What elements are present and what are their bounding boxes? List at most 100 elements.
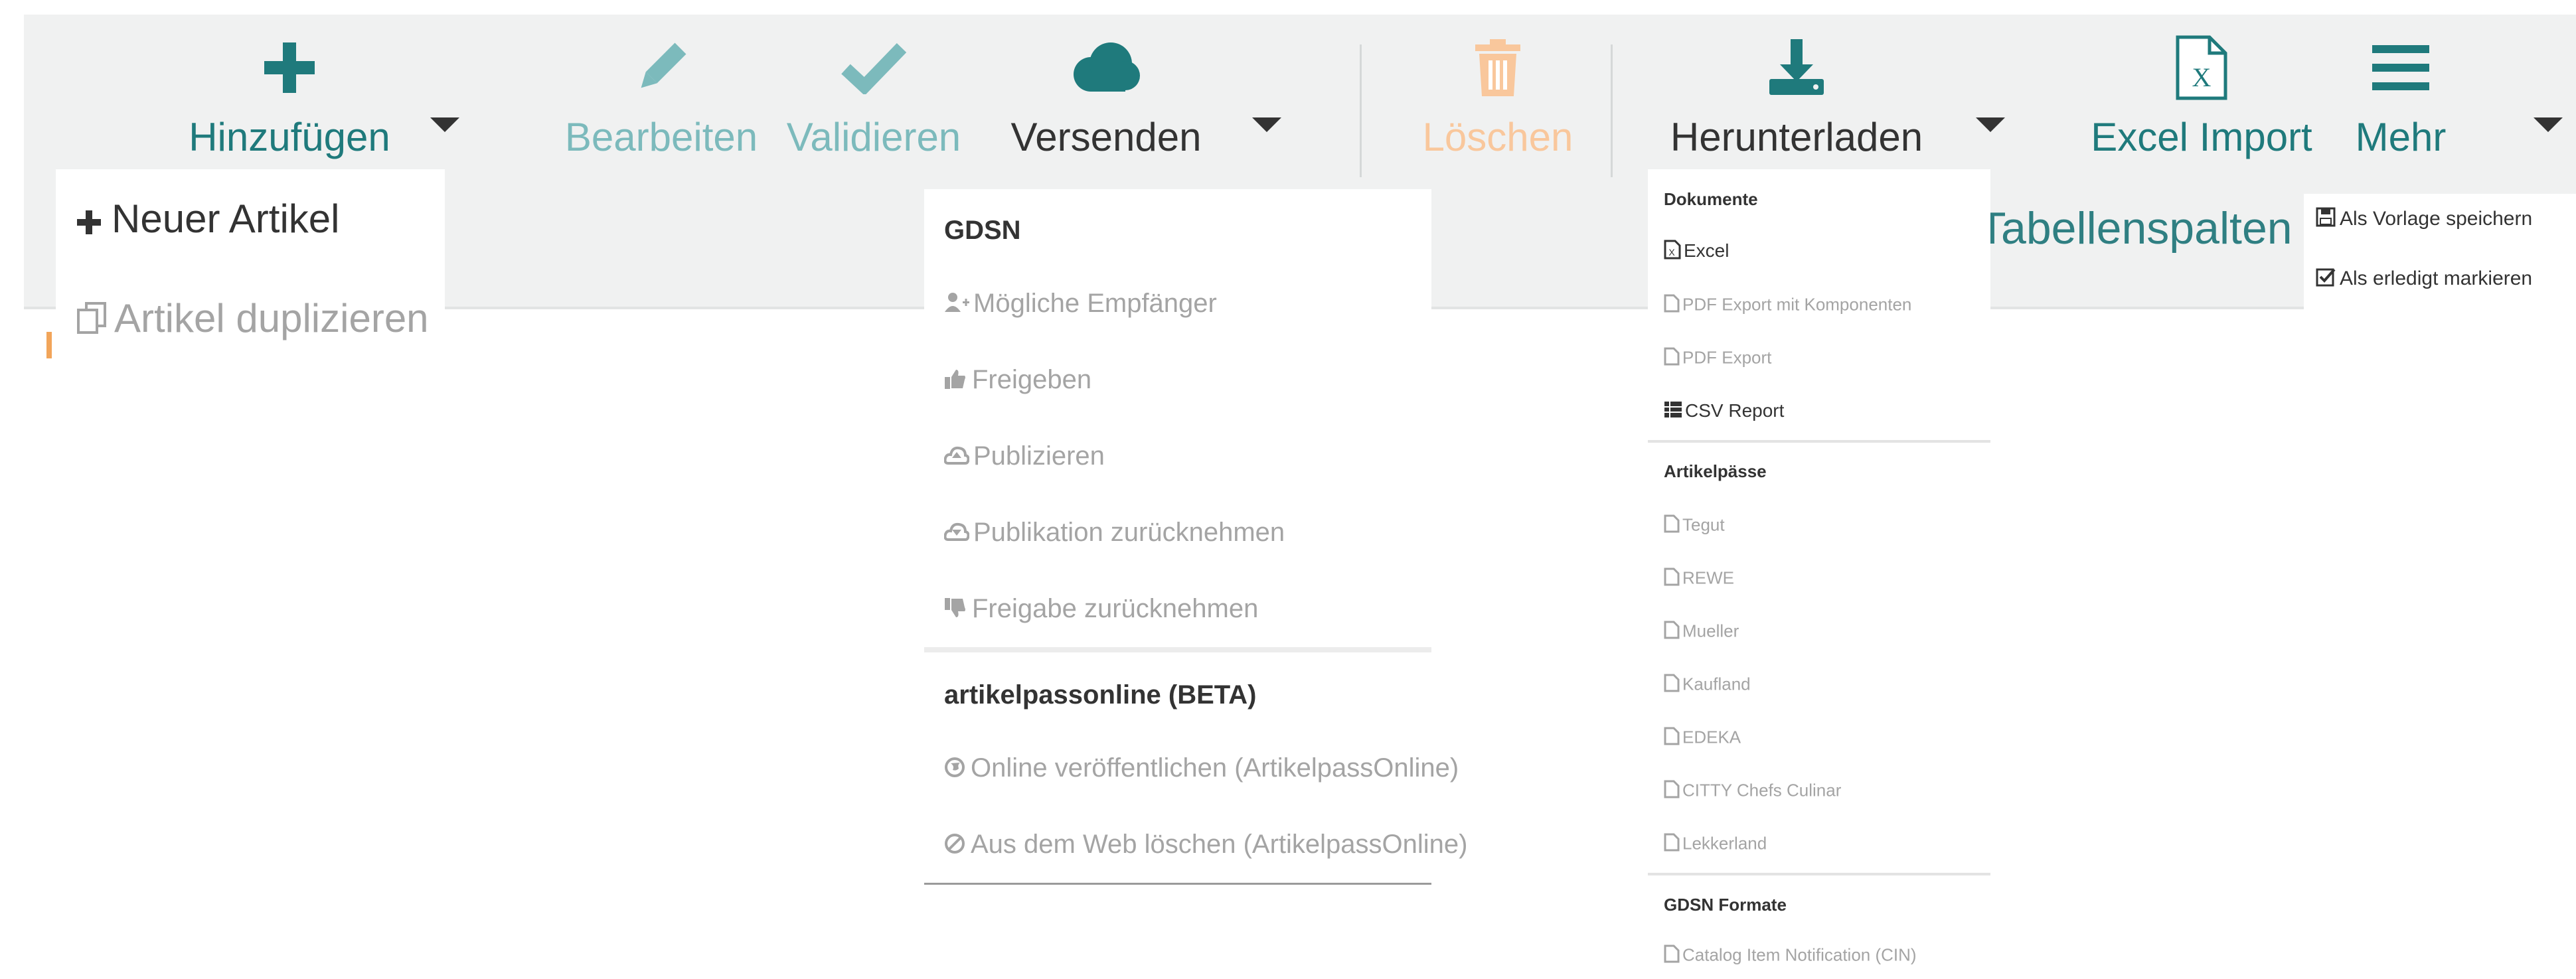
more-button[interactable]: Mehr	[2348, 15, 2454, 181]
menu-item-mark-done[interactable]: Als erledigt markieren	[2316, 267, 2532, 292]
thumbs-up-icon	[944, 366, 967, 396]
cloud-icon	[987, 35, 1226, 101]
menu-item-pdf-export[interactable]: PDF Export	[1664, 347, 1771, 370]
menu-item-withdraw-publication[interactable]: Publikation zurücknehmen	[943, 518, 1285, 549]
plus-icon	[76, 199, 102, 245]
menu-item-new-article[interactable]: Neuer Artikel	[76, 196, 339, 245]
download-dropdown-menu: Dokumente X Excel PDF Export mit Komponen…	[1648, 169, 1990, 979]
download-dropdown-caret[interactable]	[1976, 117, 2005, 132]
row-indicator	[46, 332, 52, 358]
menu-item-label: Online veröffentlichen (ArtikelpassOnlin…	[971, 753, 1459, 783]
menu-item-pass-lekkerland[interactable]: Lekkerland	[1664, 833, 1767, 856]
menu-item-label: REWE	[1682, 567, 1734, 588]
download-button[interactable]: Herunterladen	[1644, 15, 1949, 181]
menu-item-duplicate-article[interactable]: Artikel duplizieren	[76, 295, 429, 344]
menu-item-label: Kaufland	[1682, 674, 1751, 694]
add-button[interactable]: Hinzufügen	[150, 15, 429, 181]
file-icon	[1664, 780, 1680, 803]
table-columns-label[interactable]: Tabellenspalten	[1978, 202, 2293, 254]
passes-section-header: Artikelpässe	[1664, 461, 1767, 481]
add-dropdown-menu: Neuer Artikel Artikel duplizieren	[56, 169, 445, 368]
menu-item-label: Excel	[1684, 240, 1730, 261]
menu-divider	[1648, 440, 1990, 443]
edit-button[interactable]: Bearbeiten	[528, 15, 794, 181]
menu-item-label: Lekkerland	[1682, 833, 1767, 854]
download-icon	[1644, 35, 1949, 101]
file-icon	[1664, 347, 1680, 370]
file-icon	[1664, 833, 1680, 856]
file-excel-icon: X	[1664, 240, 1681, 264]
menu-item-label: PDF Export	[1682, 347, 1772, 368]
more-button-label: Mehr	[2355, 115, 2447, 159]
menu-item-pass-rewe[interactable]: REWE	[1664, 567, 1734, 591]
menu-item-label: Publizieren	[973, 441, 1105, 471]
menu-item-label: Tegut	[1682, 514, 1725, 535]
menu-item-pass-citty[interactable]: CITTY Chefs Culinar	[1664, 780, 1841, 803]
svg-text:X: X	[1668, 247, 1675, 258]
excel-import-button-label: Excel Import	[2091, 115, 2312, 159]
file-icon	[1664, 567, 1680, 591]
file-icon	[1664, 727, 1680, 750]
gdsn-section-header: GDSN	[944, 216, 1021, 245]
toolbar-separator	[1360, 44, 1362, 177]
pencil-icon	[528, 35, 794, 101]
menu-item-publish-online[interactable]: Online veröffentlichen (ArtikelpassOnlin…	[944, 753, 1459, 785]
send-button-label: Versenden	[1010, 115, 1202, 159]
menu-item-pass-kaufland[interactable]: Kaufland	[1664, 674, 1751, 697]
menu-item-pass-mueller[interactable]: Mueller	[1664, 621, 1739, 644]
menu-item-release[interactable]: Freigeben	[944, 365, 1091, 396]
toolbar-separator	[1611, 44, 1613, 177]
send-button[interactable]: Versenden	[987, 15, 1226, 181]
file-icon	[1664, 514, 1680, 538]
menu-item-label: Freigeben	[972, 365, 1092, 394]
svg-text:X: X	[2192, 62, 2212, 92]
menu-divider	[1648, 873, 1990, 875]
menu-item-save-as-template[interactable]: Als Vorlage speichern	[2316, 207, 2532, 232]
download-button-label: Herunterladen	[1670, 115, 1923, 159]
menu-divider	[924, 647, 1431, 652]
menu-item-possible-recipients[interactable]: Mögliche Empfänger	[944, 289, 1217, 320]
file-icon	[1664, 621, 1680, 644]
checkmark-icon	[774, 35, 973, 101]
plus-icon	[150, 35, 429, 101]
send-dropdown-caret[interactable]	[1252, 117, 1281, 132]
menu-item-withdraw-release[interactable]: Freigabe zurücknehmen	[944, 594, 1258, 625]
trash-icon	[1398, 35, 1597, 101]
menu-bottom-border	[924, 883, 1431, 885]
file-icon	[1664, 294, 1680, 317]
menu-item-pass-edeka[interactable]: EDEKA	[1664, 727, 1741, 750]
menu-item-label: CITTY Chefs Culinar	[1682, 780, 1842, 800]
menu-item-publish[interactable]: Publizieren	[943, 441, 1105, 473]
menu-icon	[2348, 35, 2454, 101]
menu-item-label: CSV Report	[1685, 400, 1785, 421]
globe-icon	[944, 755, 965, 785]
users-icon	[944, 290, 971, 320]
validate-button[interactable]: Validieren	[774, 15, 973, 181]
delete-button-label: Löschen	[1422, 115, 1573, 159]
artikelpassonline-section-header: artikelpassonline (BETA)	[944, 680, 1257, 710]
more-dropdown-menu: Als Vorlage speichern Als erledigt marki…	[2304, 194, 2576, 320]
save-icon	[2316, 207, 2336, 232]
add-dropdown-caret[interactable]	[430, 117, 459, 132]
menu-item-label: Mögliche Empfänger	[973, 289, 1217, 318]
menu-item-label: Publikation zurücknehmen	[973, 518, 1285, 547]
edit-button-label: Bearbeiten	[564, 115, 758, 159]
menu-item-label: EDEKA	[1682, 727, 1741, 747]
delete-button[interactable]: Löschen	[1398, 15, 1597, 181]
menu-item-label: PDF Export mit Komponenten	[1682, 294, 1912, 315]
menu-item-excel[interactable]: X Excel	[1664, 240, 1729, 264]
excel-import-button[interactable]: X Excel Import	[2069, 15, 2334, 181]
menu-item-label: Mueller	[1682, 621, 1739, 641]
menu-item-pdf-export-components[interactable]: PDF Export mit Komponenten	[1664, 294, 1911, 317]
check-square-icon	[2316, 267, 2336, 292]
send-dropdown-menu: GDSN Mögliche Empfänger Freigeben Publiz…	[924, 189, 1467, 883]
validate-button-label: Validieren	[786, 115, 961, 159]
more-dropdown-caret[interactable]	[2534, 117, 2563, 132]
menu-item-cin[interactable]: Catalog Item Notification (CIN)	[1664, 944, 1917, 968]
menu-item-pass-tegut[interactable]: Tegut	[1664, 514, 1725, 538]
file-icon	[1664, 674, 1680, 697]
menu-item-delete-from-web[interactable]: Aus dem Web löschen (ArtikelpassOnline)	[944, 830, 1467, 861]
menu-item-csv-report[interactable]: CSV Report	[1664, 400, 1784, 423]
documents-section-header: Dokumente	[1664, 189, 1758, 209]
menu-item-label: Freigabe zurücknehmen	[972, 594, 1259, 623]
